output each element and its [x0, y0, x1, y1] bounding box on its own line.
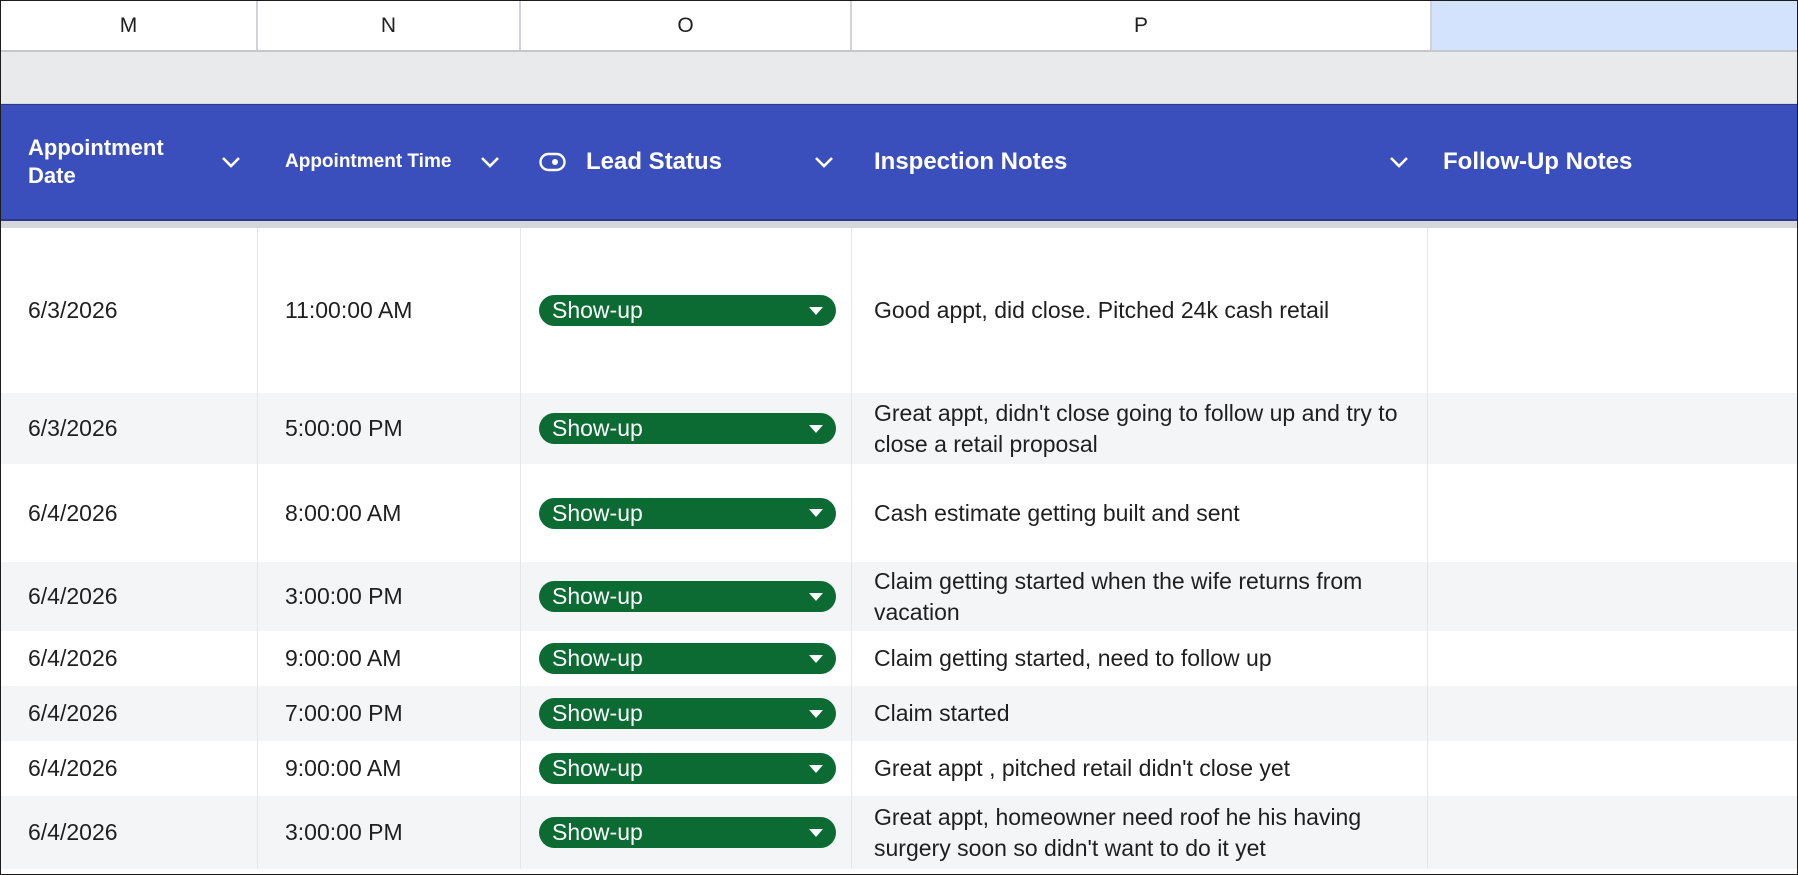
- header-lead-status[interactable]: Lead Status: [521, 105, 852, 219]
- status-chip[interactable]: Show-up: [539, 817, 836, 848]
- dropdown-arrow-icon[interactable]: [809, 592, 823, 601]
- follow-up-cell[interactable]: [1428, 562, 1797, 631]
- time-cell[interactable]: 8:00:00 AM: [258, 464, 521, 562]
- status-chip-label: Show-up: [552, 499, 643, 526]
- header-follow-up-notes[interactable]: Follow-Up Notes: [1428, 105, 1797, 219]
- dropdown-arrow-icon[interactable]: [809, 424, 823, 433]
- status-chip-label: Show-up: [552, 645, 643, 671]
- frozen-row-band: [1, 52, 1797, 104]
- chevron-down-icon[interactable]: [813, 155, 835, 169]
- date-cell[interactable]: 6/4/2026: [1, 464, 258, 562]
- notes-cell[interactable]: Cash estimate getting built and sent: [852, 464, 1428, 562]
- status-chip-label: Show-up: [552, 415, 643, 441]
- follow-up-cell[interactable]: [1428, 464, 1797, 562]
- status-chip[interactable]: Show-up: [539, 413, 836, 444]
- dropdown-arrow-icon[interactable]: [809, 709, 823, 718]
- status-cell[interactable]: Show-up: [521, 686, 852, 741]
- time-cell[interactable]: 3:00:00 PM: [258, 562, 521, 631]
- header-label: Appointment Time: [285, 151, 452, 172]
- table-body: 6/3/2026 11:00:00 AM Show-up Good appt, …: [1, 228, 1797, 869]
- dropdown-arrow-icon[interactable]: [809, 764, 823, 773]
- table-row: 6/4/2026 7:00:00 PM Show-up Claim starte…: [1, 686, 1797, 741]
- status-chip[interactable]: Show-up: [539, 581, 836, 612]
- follow-up-cell[interactable]: [1428, 796, 1797, 869]
- status-cell[interactable]: Show-up: [521, 562, 852, 631]
- column-letter-p[interactable]: P: [852, 1, 1432, 50]
- table-row: 6/4/2026 9:00:00 AM Show-up Claim gettin…: [1, 631, 1797, 686]
- table-row: 6/3/2026 11:00:00 AM Show-up Good appt, …: [1, 228, 1797, 393]
- follow-up-cell[interactable]: [1428, 631, 1797, 686]
- table-row: 6/4/2026 3:00:00 PM Show-up Great appt, …: [1, 796, 1797, 869]
- date-cell[interactable]: 6/4/2026: [1, 686, 258, 741]
- date-cell[interactable]: 6/4/2026: [1, 631, 258, 686]
- dropdown-arrow-icon[interactable]: [809, 509, 823, 517]
- status-chip-label: Show-up: [552, 819, 643, 845]
- header-appointment-time[interactable]: Appointment Time: [258, 105, 521, 219]
- table-header: Appointment Date Appointment Time Lead S…: [1, 104, 1797, 221]
- chevron-down-icon[interactable]: [479, 155, 501, 169]
- column-letter-q-selected[interactable]: [1432, 1, 1797, 50]
- notes-cell[interactable]: Great appt, homeowner need roof he his h…: [852, 796, 1428, 869]
- spreadsheet: M N O P Appointment Date Appointment Tim…: [0, 0, 1798, 875]
- follow-up-cell[interactable]: [1428, 686, 1797, 741]
- status-cell[interactable]: Show-up: [521, 228, 852, 393]
- status-chip-label: Show-up: [552, 583, 643, 609]
- table-row: 6/4/2026 9:00:00 AM Show-up Great appt ,…: [1, 741, 1797, 796]
- column-letter-n[interactable]: N: [258, 1, 521, 50]
- notes-cell[interactable]: Claim started: [852, 686, 1428, 741]
- date-cell[interactable]: 6/4/2026: [1, 741, 258, 796]
- dropdown-arrow-icon[interactable]: [809, 828, 823, 837]
- notes-cell[interactable]: Great appt , pitched retail didn't close…: [852, 741, 1428, 796]
- status-chip-label: Show-up: [552, 700, 643, 726]
- time-cell[interactable]: 5:00:00 PM: [258, 393, 521, 464]
- dropdown-arrow-icon[interactable]: [809, 306, 823, 315]
- status-chip[interactable]: Show-up: [539, 643, 836, 674]
- date-cell[interactable]: 6/4/2026: [1, 562, 258, 631]
- time-cell[interactable]: 3:00:00 PM: [258, 796, 521, 869]
- notes-cell[interactable]: Claim getting started when the wife retu…: [852, 562, 1428, 631]
- header-label: Follow-Up Notes: [1443, 148, 1633, 175]
- status-cell[interactable]: Show-up: [521, 796, 852, 869]
- header-label: Lead Status: [586, 148, 723, 175]
- date-cell[interactable]: 6/3/2026: [1, 228, 258, 393]
- column-letter-o[interactable]: O: [521, 1, 852, 50]
- header-label: Appointment Date: [28, 135, 164, 188]
- chevron-down-icon[interactable]: [220, 155, 242, 169]
- time-cell[interactable]: 9:00:00 AM: [258, 631, 521, 686]
- status-chip[interactable]: Show-up: [539, 753, 836, 784]
- column-letter-row: M N O P: [1, 1, 1797, 52]
- notes-cell[interactable]: Great appt, didn't close going to follow…: [852, 393, 1428, 464]
- column-letter-m[interactable]: M: [1, 1, 258, 50]
- date-cell[interactable]: 6/3/2026: [1, 393, 258, 464]
- status-chip[interactable]: Show-up: [539, 698, 836, 729]
- header-inspection-notes[interactable]: Inspection Notes: [852, 105, 1428, 219]
- notes-cell[interactable]: Good appt, did close. Pitched 24k cash r…: [852, 228, 1428, 393]
- status-chip[interactable]: Show-up: [539, 497, 836, 529]
- time-cell[interactable]: 11:00:00 AM: [258, 228, 521, 393]
- header-appointment-date[interactable]: Appointment Date: [1, 105, 258, 219]
- follow-up-cell[interactable]: [1428, 228, 1797, 393]
- notes-cell[interactable]: Claim getting started, need to follow up: [852, 631, 1428, 686]
- chevron-down-icon[interactable]: [1388, 155, 1410, 169]
- status-chip-label: Show-up: [552, 755, 643, 781]
- status-chip[interactable]: Show-up: [539, 295, 836, 326]
- date-cell[interactable]: 6/4/2026: [1, 796, 258, 869]
- status-cell[interactable]: Show-up: [521, 393, 852, 464]
- status-cell[interactable]: Show-up: [521, 464, 852, 562]
- time-cell[interactable]: 7:00:00 PM: [258, 686, 521, 741]
- dropdown-arrow-icon[interactable]: [809, 654, 823, 663]
- table-row: 6/4/2026 3:00:00 PM Show-up Claim gettin…: [1, 562, 1797, 631]
- status-cell[interactable]: Show-up: [521, 631, 852, 686]
- status-chip-label: Show-up: [552, 297, 643, 323]
- follow-up-cell[interactable]: [1428, 393, 1797, 464]
- time-cell[interactable]: 9:00:00 AM: [258, 741, 521, 796]
- header-label: Inspection Notes: [874, 148, 1068, 175]
- status-toggle-icon: [539, 152, 566, 172]
- follow-up-cell[interactable]: [1428, 741, 1797, 796]
- table-row: 6/3/2026 5:00:00 PM Show-up Great appt, …: [1, 393, 1797, 464]
- status-cell[interactable]: Show-up: [521, 741, 852, 796]
- header-divider: [1, 221, 1797, 228]
- table-row: 6/4/2026 8:00:00 AM Show-up Cash estimat…: [1, 464, 1797, 562]
